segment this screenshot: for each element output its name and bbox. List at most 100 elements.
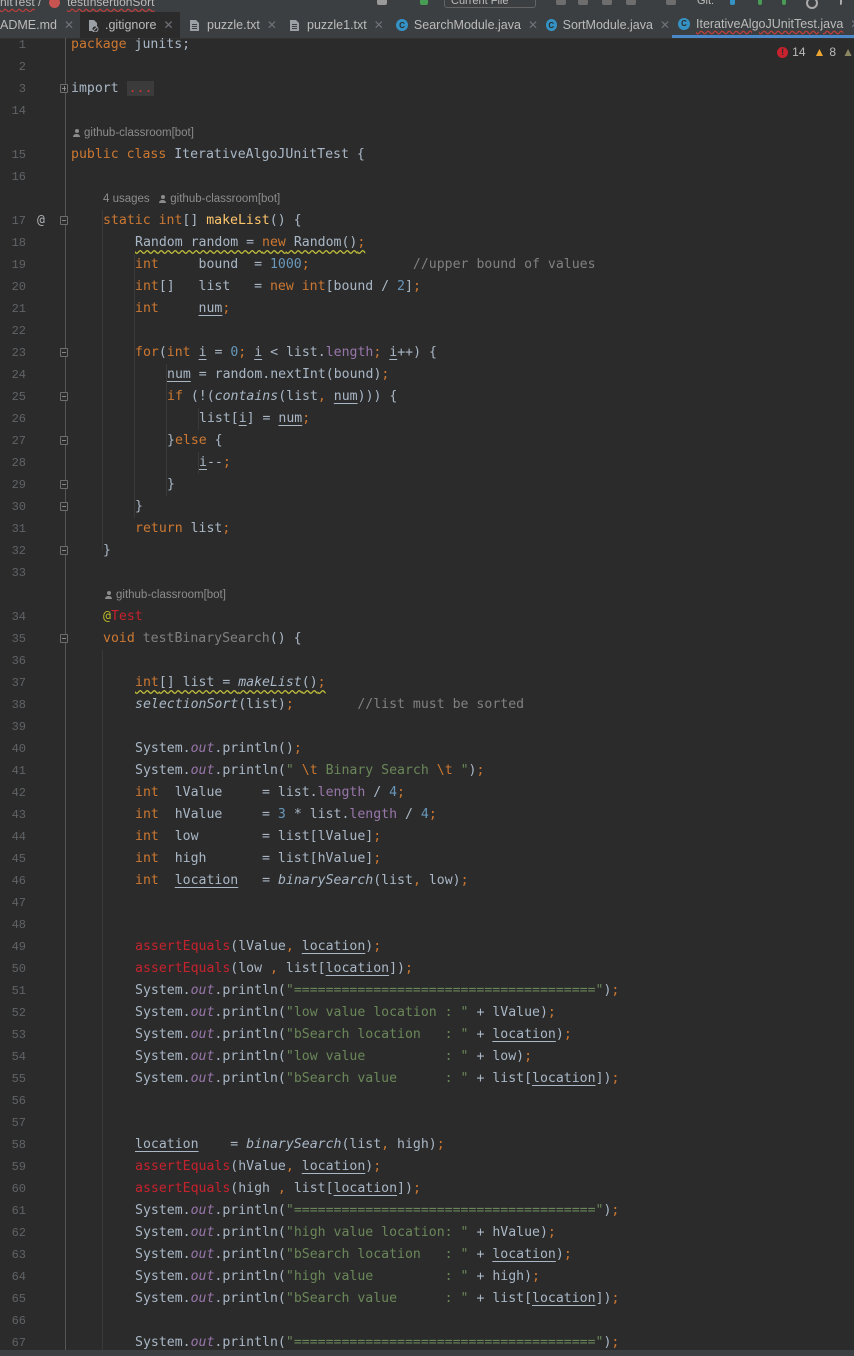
code-line[interactable]: 24 num = random.nextInt(bound); bbox=[0, 364, 854, 386]
coverage-icon[interactable] bbox=[602, 0, 612, 5]
code-line[interactable]: 49 assertEquals(lValue, location); bbox=[0, 936, 854, 958]
code-line[interactable]: 15 public class IterativeAlgoJUnitTest { bbox=[0, 144, 854, 166]
code-line[interactable]: 35 void testBinarySearch() { bbox=[0, 628, 854, 650]
code-line[interactable]: 43 int hValue = 3 * list.length / 4; bbox=[0, 804, 854, 826]
collapse-fold-icon[interactable] bbox=[60, 546, 68, 555]
debug-icon[interactable] bbox=[578, 0, 588, 5]
code-line[interactable]: 64 System.out.println("high value : " + … bbox=[0, 1266, 854, 1288]
static-field: out bbox=[190, 1269, 215, 1284]
code-line[interactable]: 34 @Test bbox=[0, 606, 854, 628]
code-line[interactable]: 33 bbox=[0, 562, 854, 584]
run-configuration-dropdown[interactable]: Current File bbox=[444, 0, 536, 8]
code-line[interactable]: 40 System.out.println(); bbox=[0, 738, 854, 760]
code-line[interactable]: 56 bbox=[0, 1090, 854, 1112]
history-icon[interactable] bbox=[806, 0, 818, 9]
code-line[interactable]: 47 bbox=[0, 892, 854, 914]
collapse-fold-icon[interactable] bbox=[60, 348, 68, 357]
code-line[interactable]: 16 bbox=[0, 166, 854, 188]
git-update-icon[interactable] bbox=[730, 0, 735, 5]
usages-count[interactable]: 4 usages bbox=[103, 193, 150, 205]
code-line[interactable]: 19 int bound = 1000; //upper bound of va… bbox=[0, 254, 854, 276]
code-line[interactable]: 61 System.out.println("=================… bbox=[0, 1200, 854, 1222]
code-line[interactable]: 17 @ static int[] makeList() { bbox=[0, 210, 854, 232]
user-icon[interactable] bbox=[377, 0, 387, 5]
breadcrumb-method[interactable]: testInsertionSort bbox=[67, 0, 154, 9]
code-line[interactable]: 41 System.out.println(" \t Binary Search… bbox=[0, 760, 854, 782]
close-icon[interactable]: ✕ bbox=[267, 18, 277, 32]
code-line[interactable]: 55 System.out.println("bSearch value : "… bbox=[0, 1068, 854, 1090]
code-line[interactable]: 54 System.out.println("low value : " + l… bbox=[0, 1046, 854, 1068]
code-line[interactable]: 18 Random random = new Random(); bbox=[0, 232, 854, 254]
string-literal: "low value : " bbox=[285, 1049, 469, 1064]
close-icon[interactable]: ✕ bbox=[163, 18, 173, 32]
folded-imports[interactable]: ... bbox=[126, 81, 155, 96]
code-line[interactable]: 20 int[] list = new int[bound / 2]; bbox=[0, 276, 854, 298]
code-line[interactable]: 59 assertEquals(hValue, location); bbox=[0, 1156, 854, 1178]
close-icon[interactable]: ✕ bbox=[374, 18, 384, 32]
code-line[interactable]: 52 System.out.println("low value locatio… bbox=[0, 1002, 854, 1024]
code-line[interactable]: 14 bbox=[0, 100, 854, 122]
code-line[interactable]: 51 System.out.println("=================… bbox=[0, 980, 854, 1002]
expand-fold-icon[interactable] bbox=[60, 84, 68, 93]
code-editor[interactable]: 1 package junits; 2 3 import ... 14 gith… bbox=[0, 34, 854, 1354]
code-line[interactable]: 25 if (!(contains(list, num))) { bbox=[0, 386, 854, 408]
code-line[interactable]: 31 return list; bbox=[0, 518, 854, 540]
close-icon[interactable]: ✕ bbox=[64, 18, 74, 32]
collapse-fold-icon[interactable] bbox=[60, 502, 68, 511]
build-icon[interactable] bbox=[420, 0, 428, 5]
git-commit-icon[interactable] bbox=[758, 0, 762, 5]
code-line[interactable]: 62 System.out.println("high value locati… bbox=[0, 1222, 854, 1244]
author-hint[interactable]: github-classroom[bot] bbox=[0, 122, 854, 144]
code-text: list[ bbox=[199, 411, 239, 426]
rollback-icon[interactable] bbox=[834, 0, 842, 5]
code-line[interactable]: 45 int high = list[hValue]; bbox=[0, 848, 854, 870]
close-icon[interactable]: ✕ bbox=[528, 18, 538, 32]
horizontal-scrollbar[interactable] bbox=[0, 1350, 854, 1356]
code-line[interactable]: 23 for(int i = 0; i < list.length; i++) … bbox=[0, 342, 854, 364]
code-line[interactable]: 63 System.out.println("bSearch location … bbox=[0, 1244, 854, 1266]
code-line[interactable]: 48 bbox=[0, 914, 854, 936]
breadcrumb-module[interactable]: nitTest bbox=[0, 0, 35, 9]
code-line[interactable]: 44 int low = list[lValue]; bbox=[0, 826, 854, 848]
collapse-fold-icon[interactable] bbox=[60, 392, 68, 401]
code-line[interactable]: 50 assertEquals(low , list[location]); bbox=[0, 958, 854, 980]
code-line[interactable]: 46 int location = binarySearch(list, low… bbox=[0, 870, 854, 892]
collapse-fold-icon[interactable] bbox=[60, 436, 68, 445]
code-line[interactable]: 65 System.out.println("bSearch value : "… bbox=[0, 1288, 854, 1310]
code-line[interactable]: 30 } bbox=[0, 496, 854, 518]
close-icon[interactable]: ✕ bbox=[850, 17, 854, 31]
code-line[interactable]: 39 bbox=[0, 716, 854, 738]
close-icon[interactable]: ✕ bbox=[660, 18, 670, 32]
code-line[interactable]: 2 bbox=[0, 56, 854, 78]
code-line[interactable]: 27 }else { bbox=[0, 430, 854, 452]
git-push-icon[interactable] bbox=[782, 0, 786, 5]
collapse-fold-icon[interactable] bbox=[60, 480, 68, 489]
code-line[interactable]: 3 import ... bbox=[0, 78, 854, 100]
code-text: System. bbox=[135, 1335, 191, 1350]
code-line[interactable]: 66 bbox=[0, 1310, 854, 1332]
code-line[interactable]: 60 assertEquals(high , list[location]); bbox=[0, 1178, 854, 1200]
semicolon: ; bbox=[222, 521, 231, 536]
code-line[interactable]: 21 int num; bbox=[0, 298, 854, 320]
author-hint[interactable]: github-classroom[bot] bbox=[0, 584, 854, 606]
code-line[interactable]: 22 bbox=[0, 320, 854, 342]
implemented-at-icon[interactable]: @ bbox=[37, 210, 45, 232]
code-line[interactable]: 42 int lValue = list.length / 4; bbox=[0, 782, 854, 804]
run-icon[interactable] bbox=[556, 0, 566, 5]
collapse-fold-icon[interactable] bbox=[60, 634, 68, 643]
code-line[interactable]: 58 location = binarySearch(list, high); bbox=[0, 1134, 854, 1156]
profile-icon[interactable] bbox=[626, 0, 636, 5]
code-line[interactable]: 1 package junits; bbox=[0, 34, 854, 56]
collapse-fold-icon[interactable] bbox=[60, 216, 68, 225]
code-line[interactable]: 28 i--; bbox=[0, 452, 854, 474]
code-line[interactable]: 57 bbox=[0, 1112, 854, 1134]
usages-hint[interactable]: 4 usages github-classroom[bot] bbox=[0, 188, 854, 210]
code-line[interactable]: 53 System.out.println("bSearch location … bbox=[0, 1024, 854, 1046]
code-line[interactable]: 29 } bbox=[0, 474, 854, 496]
code-line[interactable]: 32 } bbox=[0, 540, 854, 562]
code-line[interactable]: 37 int[] list = makeList(); bbox=[0, 672, 854, 694]
stop-icon[interactable] bbox=[666, 0, 676, 5]
code-line[interactable]: 36 bbox=[0, 650, 854, 672]
code-line[interactable]: 26 list[i] = num; bbox=[0, 408, 854, 430]
code-line[interactable]: 38 selectionSort(list); //list must be s… bbox=[0, 694, 854, 716]
